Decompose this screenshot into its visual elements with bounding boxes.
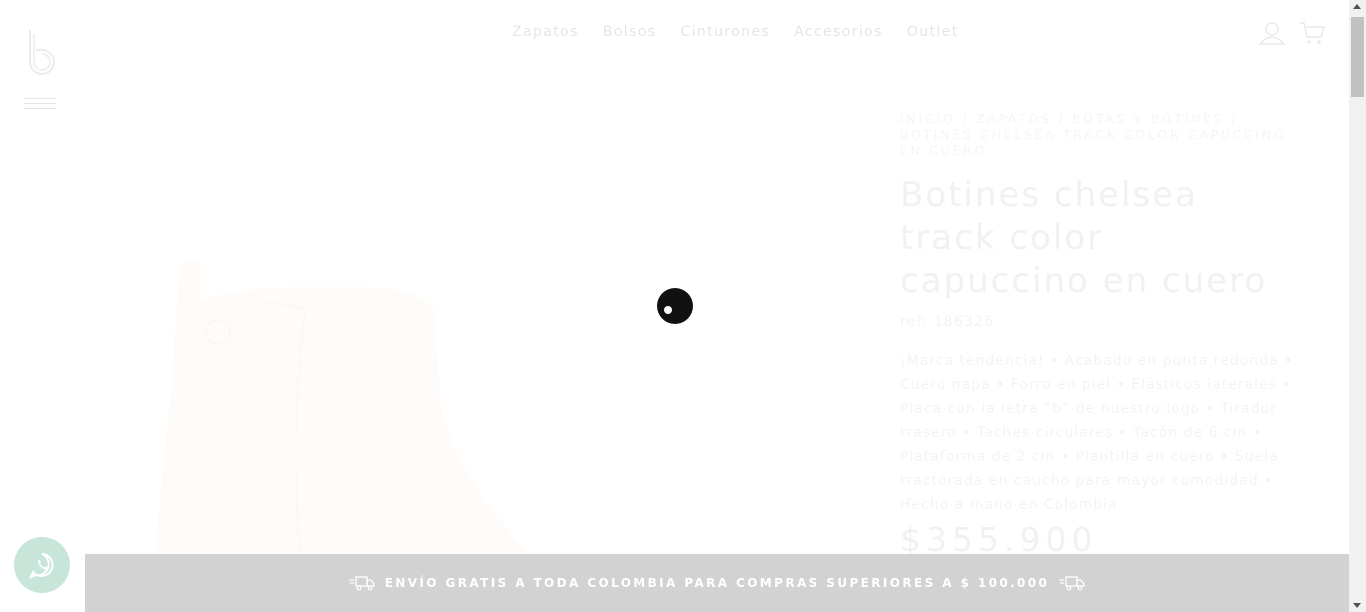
scroll-down-arrow-icon[interactable] [1353, 603, 1361, 608]
hamburger-menu-icon[interactable] [24, 98, 56, 116]
breadcrumb-separator: / [955, 112, 977, 126]
breadcrumb: Inicio / Zapatos / Botas y botines / Bot… [900, 111, 1300, 159]
breadcrumb-botas-y-botines[interactable]: Botas y botines [1072, 112, 1224, 126]
nav-item-cinturones[interactable]: Cinturones [680, 24, 770, 40]
main-nav: Zapatos Bolsos Cinturones Accesorios Out… [500, 24, 971, 40]
truck-icon [348, 576, 375, 591]
breadcrumb-separator: / [1051, 112, 1073, 126]
banner-text: ENVÍO GRATIS A TODA COLOMBIA PARA COMPRA… [384, 576, 1050, 590]
nav-item-outlet[interactable]: Outlet [907, 24, 959, 40]
breadcrumb-inicio[interactable]: Inicio [900, 112, 955, 126]
loading-spinner-icon [657, 288, 693, 324]
whatsapp-button[interactable] [14, 537, 70, 593]
scroll-up-arrow-icon[interactable] [1353, 4, 1361, 9]
product-title: Botines chelsea track color capuccino en… [900, 175, 1268, 301]
free-shipping-banner: ENVÍO GRATIS A TODA COLOMBIA PARA COMPRA… [85, 554, 1349, 612]
brand-logo-icon[interactable] [26, 28, 58, 78]
truck-icon [1059, 576, 1085, 591]
nav-item-bolsos[interactable]: Bolsos [603, 24, 657, 40]
whatsapp-icon [29, 553, 54, 579]
cart-icon[interactable] [1298, 20, 1326, 46]
product-description: ¡Marca tendencia! • Acabado en punta red… [900, 353, 1294, 513]
page-scrollbar[interactable] [1349, 0, 1366, 612]
breadcrumb-current: Botines chelsea track color capuccino en… [900, 128, 1287, 158]
breadcrumb-zapatos[interactable]: Zapatos [976, 112, 1052, 126]
product-page: Zapatos Bolsos Cinturones Accesorios Out… [0, 0, 1349, 612]
product-ref: ref: 186326 [900, 314, 995, 330]
scrollbar-thumb[interactable] [1351, 17, 1364, 97]
nav-item-accesorios[interactable]: Accesorios [794, 24, 883, 40]
breadcrumb-separator: / [1224, 112, 1239, 126]
user-icon[interactable] [1258, 20, 1286, 46]
nav-item-zapatos[interactable]: Zapatos [512, 24, 579, 40]
